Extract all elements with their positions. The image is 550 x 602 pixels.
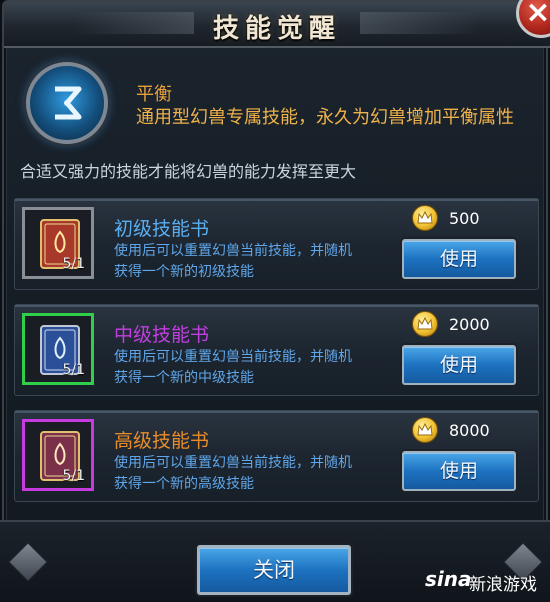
advanced-book-description: 使用后可以重置幻兽当前技能，并随机 获得一个新的高级技能 [114,455,352,492]
skill-description: 通用型幻兽专属技能，永久为幻兽增加平衡属性 [136,107,514,128]
use-basic-book-button[interactable]: 使用 [402,239,516,279]
use-advanced-book-button[interactable]: 使用 [402,451,516,491]
intermediate-book-name: 中级技能书 [114,324,210,346]
use-intermediate-book-button[interactable]: 使用 [402,345,516,385]
basic-skill-book-icon[interactable]: 5/1 [22,207,94,279]
gold-coin-icon [412,205,438,231]
sina-watermark: sina 新浪游戏 [425,567,545,595]
dialog-title: 技能觉醒 [212,14,341,44]
intermediate-book-description: 使用后可以重置幻兽当前技能，并随机 获得一个新的中级技能 [114,349,352,386]
advanced-book-count: 5/1 [62,468,85,484]
intermediate-book-price: 2000 [449,315,490,334]
advanced-book-name: 高级技能书 [114,430,210,452]
sina-logo: sina [425,567,472,591]
gold-coin-icon [412,311,438,337]
watermark-text: 新浪游戏 [469,575,537,595]
gold-coin-icon [412,417,438,443]
title-bar: 技能觉醒 [4,2,550,48]
skill-tip: 合适又强力的技能才能将幻兽的能力发挥至更大 [20,162,357,181]
intermediate-book-count: 5/1 [62,362,85,378]
basic-book-count: 5/1 [62,256,85,272]
dialog-panel: 技能觉醒 平衡 通用型幻兽专属技能，永久为幻兽增加平衡属性 合适又强力的技能才能… [2,0,550,600]
intermediate-skill-book-icon[interactable]: 5/1 [22,313,94,385]
basic-book-name: 初级技能书 [114,218,210,240]
skill-name: 平衡 [136,84,172,105]
basic-book-description: 使用后可以重置幻兽当前技能，并随机 获得一个新的初级技能 [114,243,352,280]
advanced-skill-book-icon[interactable]: 5/1 [22,419,94,491]
balance-skill-icon [26,62,108,144]
advanced-book-price: 8000 [449,421,490,440]
basic-book-price: 500 [449,209,480,228]
close-button[interactable]: 关闭 [197,545,351,595]
